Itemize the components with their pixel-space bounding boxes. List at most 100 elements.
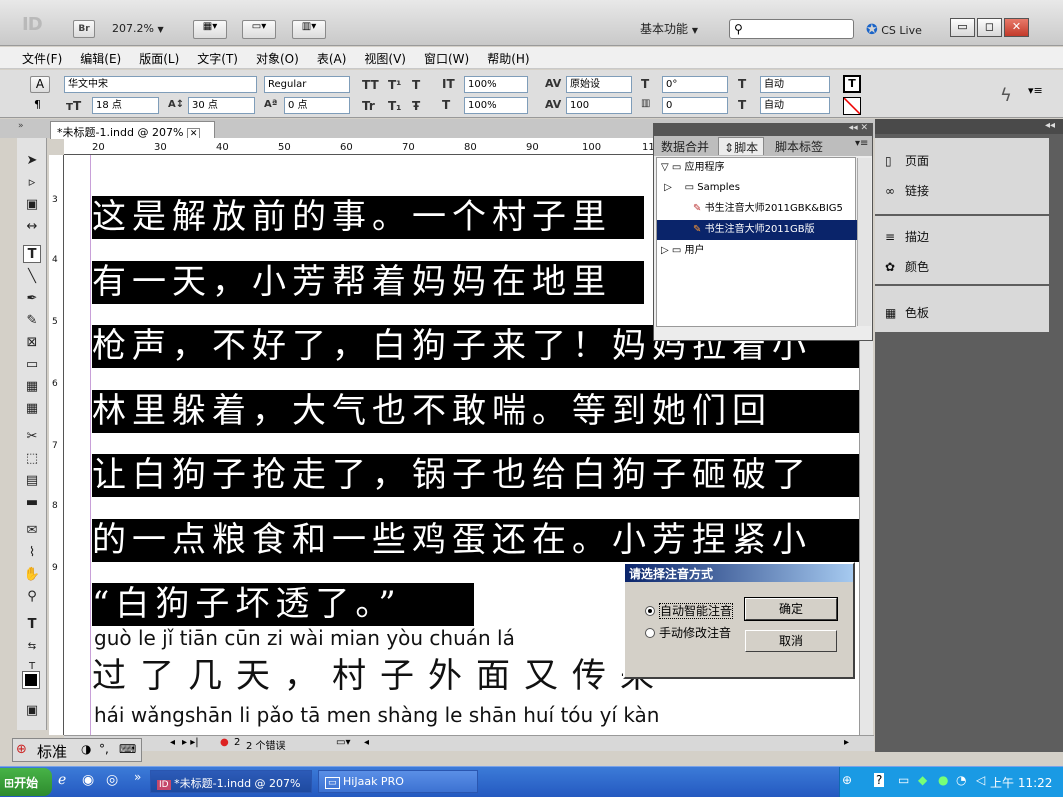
- ime-mode-label[interactable]: 标准: [37, 741, 67, 762]
- page-nav-next[interactable]: ▸ ▸|: [182, 737, 199, 748]
- note-tool-icon[interactable]: ✉: [23, 522, 41, 540]
- rectangle-tool-icon[interactable]: ▭: [23, 356, 41, 374]
- tracking-field[interactable]: 100: [566, 97, 632, 114]
- cs-live-button[interactable]: ✪ CS Live: [866, 22, 922, 38]
- direct-selection-tool-icon[interactable]: ▹: [23, 174, 41, 192]
- menu-table[interactable]: 表(A): [308, 47, 356, 67]
- soft-keyboard-icon[interactable]: ⌨: [119, 742, 136, 756]
- tray-network-icon[interactable]: ▭: [898, 773, 909, 787]
- lightning-icon[interactable]: ϟ: [1000, 85, 1012, 106]
- highlighted-text-line[interactable]: 有一天，小芳帮着妈妈在地里: [92, 261, 644, 304]
- paragraph-mode-button[interactable]: ¶: [34, 98, 41, 111]
- menu-view[interactable]: 视图(V): [355, 47, 415, 67]
- skew-field[interactable]: 0°: [662, 76, 728, 93]
- radio-auto-annotate[interactable]: 自动智能注音: [645, 602, 734, 619]
- gap-tool-icon[interactable]: ↔: [23, 218, 41, 236]
- page-tool-icon[interactable]: ▣: [23, 196, 41, 214]
- page-nav-prev[interactable]: ◂: [170, 737, 175, 748]
- document-tab[interactable]: *未标题-1.indd @ 207% ✕: [50, 121, 215, 140]
- clock[interactable]: 上午 11:22: [990, 774, 1052, 791]
- grid-tool-icon[interactable]: ▦: [23, 400, 41, 418]
- quicklaunch-ie-icon[interactable]: ℯ: [58, 772, 66, 788]
- help-search-input[interactable]: ⚲: [729, 19, 854, 39]
- strikethrough-button[interactable]: Ŧ: [412, 99, 420, 113]
- quicklaunch-media-icon[interactable]: ◉: [82, 772, 94, 788]
- stroke-none-swatch[interactable]: [843, 97, 861, 115]
- leading-field[interactable]: 30 点: [188, 97, 255, 114]
- scroll-left-icon[interactable]: ◂: [364, 737, 369, 748]
- normal-view-mode-icon[interactable]: [22, 671, 40, 689]
- pen-tool-icon[interactable]: ✒: [23, 290, 41, 308]
- task-indesign[interactable]: ID *未标题-1.indd @ 207%: [150, 770, 312, 793]
- preflight-menu-icon[interactable]: ▭▾: [336, 737, 350, 748]
- subscript-button[interactable]: T₁: [388, 99, 401, 113]
- annotated-text-line[interactable]: 还往山里跑，她们上了山，回头一看: [92, 725, 859, 735]
- ime-logo-icon[interactable]: ⊕: [16, 742, 27, 757]
- text-fill-swatch[interactable]: T: [843, 75, 861, 93]
- ok-button[interactable]: 确定: [744, 597, 838, 621]
- highlighted-text-line[interactable]: 林里躲着，大气也不敢喘。等到她们回: [92, 390, 859, 433]
- free-transform-tool-icon[interactable]: ⬚: [23, 450, 41, 468]
- tree-folder-user[interactable]: ▷ ▭ 用户: [657, 241, 857, 261]
- tree-folder-application[interactable]: ▽ ▭ 应用程序: [657, 158, 857, 178]
- arrange-documents-button[interactable]: ▥▾: [292, 20, 326, 39]
- preflight-errors[interactable]: 2 个错误: [246, 737, 286, 752]
- scroll-right-icon[interactable]: ▸: [844, 737, 849, 748]
- highlighted-text-line[interactable]: 这是解放前的事。一个村子里: [92, 196, 644, 239]
- collapse-icon[interactable]: »: [18, 121, 24, 131]
- kerning-field[interactable]: 原始设: [566, 76, 632, 93]
- auto-option-1-select[interactable]: 自动: [760, 76, 830, 93]
- menu-file[interactable]: 文件(F): [0, 47, 71, 67]
- tab-script-label[interactable]: 脚本标签: [770, 137, 828, 155]
- tray-update-icon[interactable]: ●: [938, 773, 948, 787]
- eyedropper-tool-icon[interactable]: ⌇: [23, 544, 41, 562]
- links-panel-button[interactable]: ∞ 链接: [885, 182, 929, 199]
- annotated-text-line[interactable]: 过了几天，村子外面又传来: [92, 648, 668, 697]
- radio-manual-annotate[interactable]: 手动修改注音: [645, 624, 731, 641]
- swap-colors-icon[interactable]: ⇆: [23, 638, 41, 656]
- menu-object[interactable]: 对象(O): [247, 47, 308, 67]
- gradient-swatch-tool-icon[interactable]: ▤: [23, 472, 41, 490]
- auto-option-2-select[interactable]: 自动: [760, 97, 830, 114]
- half-width-icon[interactable]: ◑: [81, 742, 91, 756]
- quicklaunch-explorer-icon[interactable]: ◎: [106, 772, 118, 788]
- tray-volume-icon[interactable]: ◁: [976, 773, 985, 787]
- start-button[interactable]: ⊞开始: [0, 768, 52, 796]
- type-tool-icon[interactable]: T: [23, 245, 41, 263]
- tray-clock-app-icon[interactable]: ◔: [956, 773, 966, 787]
- font-family-select[interactable]: 华文中宋: [64, 76, 257, 93]
- menu-layout[interactable]: 版面(L): [130, 47, 188, 67]
- highlighted-text-line[interactable]: “白狗子坏透了。”: [92, 583, 474, 626]
- menu-window[interactable]: 窗口(W): [415, 47, 478, 67]
- close-button[interactable]: ✕: [1004, 18, 1029, 37]
- screen-mode-icon[interactable]: ▣: [23, 702, 41, 720]
- screen-mode-button[interactable]: ▭▾: [242, 20, 276, 39]
- workspace-switcher[interactable]: 基本功能 ▼: [640, 20, 698, 37]
- scripts-scrollbar[interactable]: [857, 158, 871, 326]
- close-icon[interactable]: ◂◂ ✕: [849, 123, 868, 133]
- stroke-panel-button[interactable]: ≡ 描边: [885, 228, 929, 245]
- highlighted-text-line[interactable]: 让白狗子抢走了，锅子也给白狗子砸破了: [92, 454, 859, 497]
- small-caps-button[interactable]: Tr: [362, 99, 375, 113]
- pages-panel-button[interactable]: ▯ 页面: [885, 152, 929, 169]
- task-hijaak[interactable]: ▭ HiJaak PRO: [318, 770, 478, 793]
- hand-tool-icon[interactable]: ✋: [23, 566, 41, 584]
- zoom-tool-icon[interactable]: ⚲: [23, 588, 41, 606]
- pencil-tool-icon[interactable]: ✎: [23, 312, 41, 330]
- view-options-button[interactable]: ▦▾: [193, 20, 227, 39]
- tray-ime-icon[interactable]: ⊕: [842, 773, 852, 787]
- baseline-shift-field[interactable]: 0 点: [284, 97, 350, 114]
- menu-edit[interactable]: 编辑(E): [71, 47, 130, 67]
- character-mode-button[interactable]: A: [30, 76, 50, 93]
- menu-type[interactable]: 文字(T): [188, 47, 247, 67]
- tree-script-gb-selected[interactable]: ✎ 书生注音大师2011GB版: [657, 220, 857, 240]
- scissors-tool-icon[interactable]: ✂: [23, 428, 41, 446]
- minimize-button[interactable]: ▭: [950, 18, 975, 37]
- selection-tool-icon[interactable]: ➤: [23, 152, 41, 170]
- swatches-panel-button[interactable]: ▦ 色板: [885, 304, 929, 321]
- tree-folder-samples[interactable]: ▷ ▭ Samples: [657, 178, 857, 198]
- bridge-button[interactable]: Br: [73, 20, 95, 38]
- tab-data-merge[interactable]: 数据合并: [656, 137, 714, 155]
- restore-button[interactable]: ◻: [977, 18, 1002, 37]
- color-panel-button[interactable]: ✿ 颜色: [885, 258, 929, 275]
